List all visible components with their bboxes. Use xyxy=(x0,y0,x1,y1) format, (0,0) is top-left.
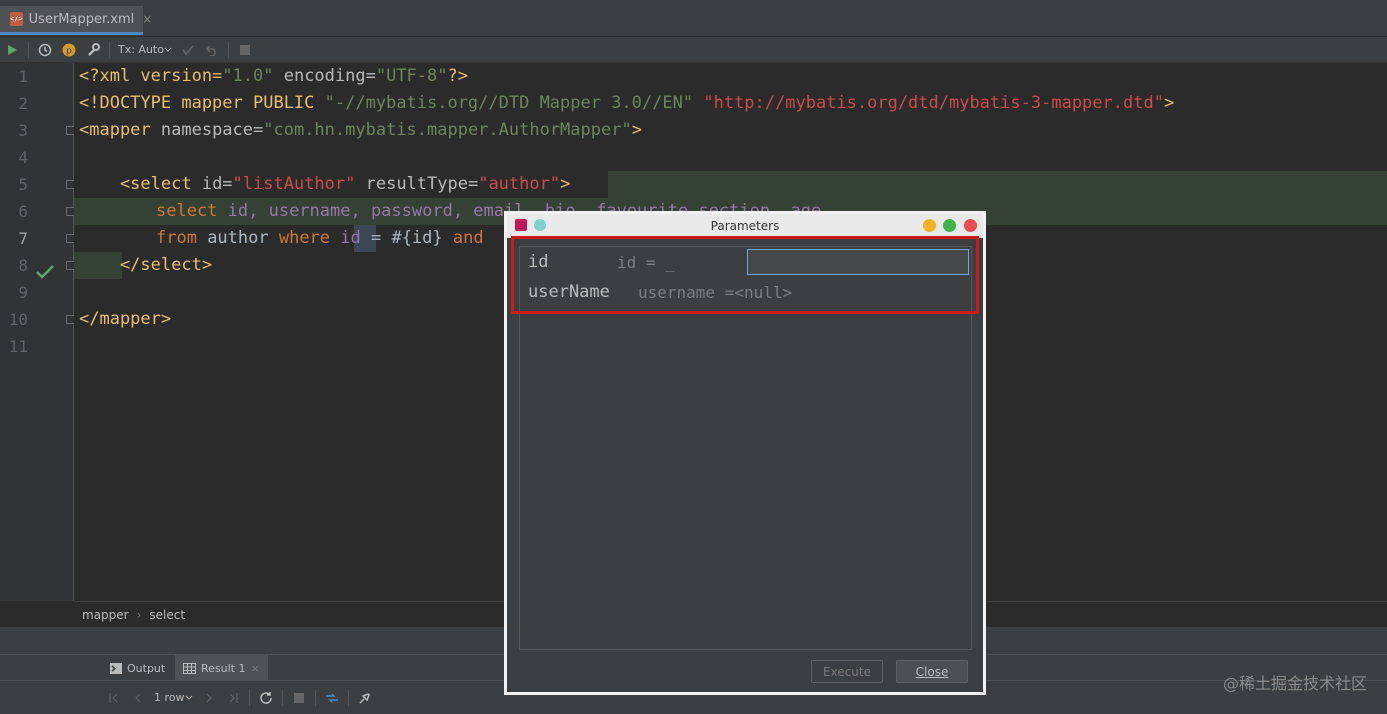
line-number: 2 xyxy=(18,94,28,113)
parameter-name: userName xyxy=(528,282,610,302)
line-number: 3 xyxy=(18,121,28,140)
checkmark-icon xyxy=(182,45,194,55)
minimize-button[interactable] xyxy=(923,219,936,232)
last-page-button[interactable] xyxy=(221,687,245,709)
tab-result-label: Result 1 xyxy=(201,661,246,675)
p-circle-icon: p xyxy=(62,43,76,56)
stop-button[interactable] xyxy=(233,39,257,61)
console-toolbar: p Tx: Auto xyxy=(0,37,1387,63)
parameters-dialog: Parameters id id = _ userName username =… xyxy=(504,211,986,695)
chevron-right-icon xyxy=(206,693,212,702)
window-close-button[interactable] xyxy=(964,219,977,232)
code-line: </select> xyxy=(79,255,213,275)
wrench-icon xyxy=(88,42,100,56)
refresh-icon xyxy=(259,691,272,704)
xml-file-icon: </> xyxy=(10,12,23,26)
editor-tab-bar: </> UserMapper.xml × xyxy=(0,0,1387,37)
chevron-down-icon xyxy=(185,695,192,700)
breadcrumb-mapper[interactable]: mapper xyxy=(74,608,133,622)
watermark: @稀土掘金技术社区 xyxy=(1222,674,1367,693)
table-grid-icon xyxy=(183,662,196,674)
line-number: 1 xyxy=(18,67,28,86)
history-button[interactable] xyxy=(33,39,57,61)
clock-icon xyxy=(38,43,52,56)
undo-icon xyxy=(205,44,216,56)
pin-icon xyxy=(358,692,370,704)
compare-arrows-icon xyxy=(325,692,338,703)
console-output-icon xyxy=(110,662,122,674)
tab-label: UserMapper.xml xyxy=(28,11,135,27)
parameter-row[interactable]: id id = _ xyxy=(520,247,971,277)
stop-icon xyxy=(293,692,304,703)
parameter-value: username =<null> xyxy=(638,282,793,302)
cancel-query-button[interactable] xyxy=(287,687,311,709)
parameter-name: id xyxy=(528,252,549,272)
dialog-titlebar[interactable]: Parameters xyxy=(507,214,983,238)
line-number-gutter: 1 2 3 4 5 6 7 8 9 10 11 xyxy=(0,63,75,601)
checkmark-icon xyxy=(36,265,54,279)
dialog-title: Parameters xyxy=(710,219,780,233)
chevron-left-icon xyxy=(135,693,141,702)
line-number: 4 xyxy=(18,148,28,167)
stop-icon xyxy=(239,44,250,55)
parameter-value: id = _ xyxy=(617,252,675,272)
page-size-dropdown[interactable]: 1 row xyxy=(150,691,197,704)
maximize-button[interactable] xyxy=(943,219,956,232)
tab-close-icon[interactable]: × xyxy=(142,12,152,26)
line-number: 8 xyxy=(18,256,28,275)
tab-output[interactable]: Output xyxy=(102,655,173,681)
parameters-table: id id = _ userName username =<null> xyxy=(519,246,972,650)
tab-close-icon[interactable]: × xyxy=(250,662,259,675)
app-icon xyxy=(515,219,527,231)
line-number: 5 xyxy=(18,175,28,194)
refresh-button[interactable] xyxy=(254,687,278,709)
row-count-label: 1 row xyxy=(154,691,185,704)
settings-button[interactable] xyxy=(81,39,105,61)
first-page-icon xyxy=(109,692,118,703)
execute-button[interactable] xyxy=(0,39,24,61)
transaction-mode-dropdown[interactable]: Tx: Auto xyxy=(114,43,176,56)
breadcrumb-separator: › xyxy=(136,607,142,622)
code-line: </mapper> xyxy=(79,309,172,329)
breadcrumb-select[interactable]: select xyxy=(145,608,189,622)
code-line: from author where id = #{id} and xyxy=(156,228,484,248)
previous-page-button[interactable] xyxy=(126,687,150,709)
line-number: 9 xyxy=(18,283,28,302)
line-number: 11 xyxy=(8,337,28,356)
commit-button[interactable] xyxy=(176,39,200,61)
tab-usermapper-xml[interactable]: </> UserMapper.xml × xyxy=(0,6,152,35)
parameter-row[interactable]: userName username =<null> xyxy=(520,277,971,307)
close-button[interactable]: Close xyxy=(896,660,968,683)
tab-output-label: Output xyxy=(127,661,166,675)
pin-session-button[interactable]: p xyxy=(57,39,81,61)
tx-mode-label: Tx: Auto xyxy=(118,43,164,56)
compare-button[interactable] xyxy=(320,687,344,709)
code-line: <?xml version="1.0" encoding="UTF-8"?> xyxy=(79,66,468,86)
next-page-button[interactable] xyxy=(197,687,221,709)
window-menu-icon[interactable] xyxy=(534,219,546,231)
last-page-icon xyxy=(229,692,238,703)
line-number: 10 xyxy=(8,310,28,329)
rollback-button[interactable] xyxy=(200,39,224,61)
first-page-button[interactable] xyxy=(102,687,126,709)
pin-tab-button[interactable] xyxy=(353,687,377,709)
line-number: 6 xyxy=(18,202,28,221)
execute-button[interactable]: Execute xyxy=(811,660,883,683)
svg-text:p: p xyxy=(66,46,72,56)
code-line: <!DOCTYPE mapper PUBLIC "-//mybatis.org/… xyxy=(79,93,1175,113)
play-icon xyxy=(8,44,17,55)
chevron-down-icon xyxy=(164,47,172,52)
code-line: <select id="listAuthor" resultType="auth… xyxy=(79,174,571,194)
tab-result-1[interactable]: Result 1 × xyxy=(175,655,268,681)
parameter-value-input[interactable] xyxy=(747,249,969,275)
line-number: 7 xyxy=(18,229,28,248)
code-line: <mapper namespace="com.hn.mybatis.mapper… xyxy=(79,120,642,140)
